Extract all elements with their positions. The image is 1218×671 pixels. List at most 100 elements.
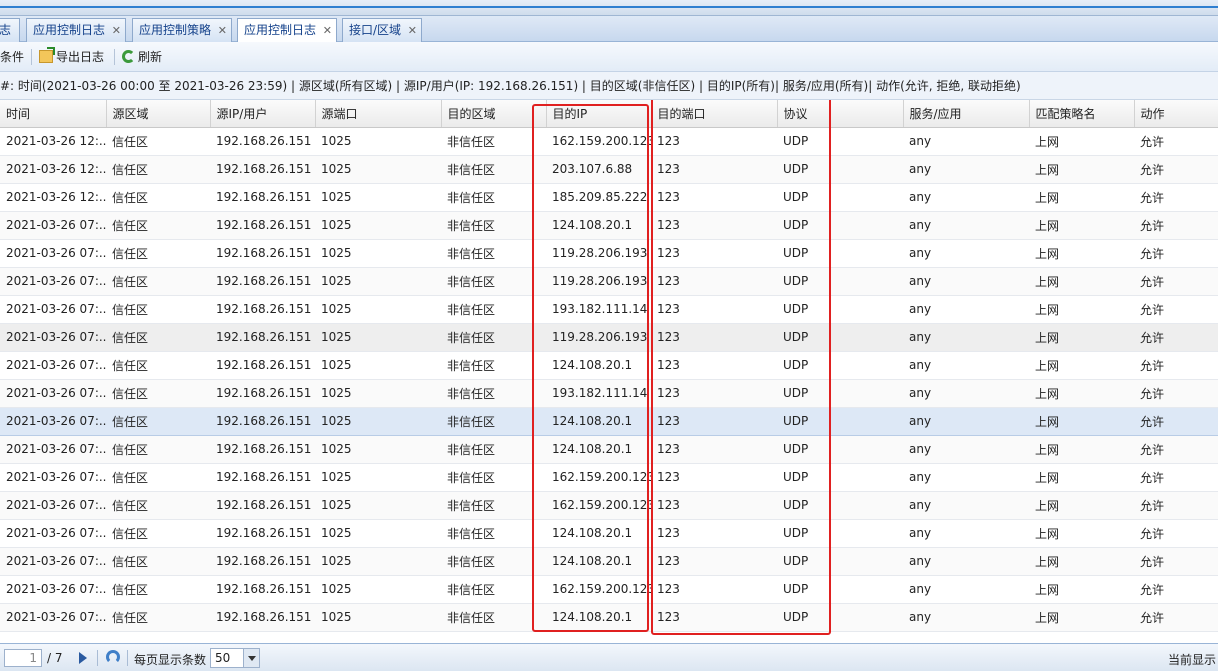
- table-row[interactable]: 2021-03-26 07:... 信任区 192.168.26.151 1025 非信…: [0, 295, 1218, 324]
- table-cell: 上网: [1029, 575, 1134, 604]
- tab-3[interactable]: 应用控制日志 ✕: [237, 18, 337, 43]
- toolbar-separator: [114, 49, 115, 65]
- table-cell: 上网: [1029, 379, 1134, 408]
- table-cell: 2021-03-26 12:...: [0, 127, 106, 156]
- table-row[interactable]: 2021-03-26 07:... 信任区 192.168.26.151 1025 非信…: [0, 575, 1218, 604]
- total-pages: / 7: [47, 651, 63, 665]
- tab-label: 应用控制日志: [33, 23, 106, 37]
- column-header[interactable]: 源区域: [106, 100, 211, 128]
- tab-2[interactable]: 应用控制策略 ✕: [132, 18, 232, 42]
- table-cell: UDP: [777, 267, 903, 296]
- table-cell: UDP: [777, 239, 903, 268]
- column-header[interactable]: 目的IP: [546, 100, 652, 128]
- table-cell: 允许: [1134, 351, 1218, 380]
- table-cell: any: [903, 491, 1029, 520]
- table-cell: any: [903, 379, 1029, 408]
- table-cell: UDP: [777, 463, 903, 492]
- table-cell: 124.108.20.1: [546, 351, 651, 380]
- refresh-button[interactable]: 刷新: [122, 47, 162, 67]
- table-cell: 2021-03-26 07:...: [0, 239, 106, 268]
- table-row[interactable]: 2021-03-26 07:... 信任区 192.168.26.151 1025 非信…: [0, 463, 1218, 492]
- column-header[interactable]: 目的端口: [651, 100, 778, 128]
- table-row[interactable]: 2021-03-26 07:... 信任区 192.168.26.151 1025 非信…: [0, 435, 1218, 464]
- page-number-input[interactable]: 1: [4, 649, 42, 667]
- table-cell: any: [903, 603, 1029, 632]
- table-cell: 允许: [1134, 519, 1218, 548]
- column-header[interactable]: 时间: [0, 100, 107, 128]
- table-cell: 162.159.200.123: [546, 127, 651, 156]
- table-row[interactable]: 2021-03-26 07:... 信任区 192.168.26.151 1025 非信…: [0, 379, 1218, 408]
- table-row[interactable]: 2021-03-26 07:... 信任区 192.168.26.151 1025 非信…: [0, 491, 1218, 520]
- tab-0[interactable]: 志: [0, 18, 20, 42]
- tab-4[interactable]: 接口/区域 ✕: [342, 18, 422, 42]
- next-page-icon[interactable]: [79, 652, 87, 664]
- table-cell: 上网: [1029, 603, 1134, 632]
- pager-refresh-icon[interactable]: [106, 650, 120, 664]
- table-row[interactable]: 2021-03-26 07:... 信任区 192.168.26.151 1025 非信…: [0, 519, 1218, 548]
- refresh-icon: [122, 50, 135, 63]
- table-row[interactable]: 2021-03-26 07:... 信任区 192.168.26.151 1025 非信…: [0, 239, 1218, 268]
- table-cell: 192.168.26.151: [210, 547, 315, 576]
- table-cell: UDP: [777, 127, 903, 156]
- column-header[interactable]: 动作: [1134, 100, 1218, 128]
- chevron-down-icon[interactable]: [243, 649, 259, 667]
- table-row[interactable]: 2021-03-26 07:... 信任区 192.168.26.151 1025 非信…: [0, 406, 1218, 436]
- per-page-select[interactable]: 50: [210, 648, 260, 668]
- table-cell: 162.159.200.123: [546, 575, 651, 604]
- table-row[interactable]: 2021-03-26 07:... 信任区 192.168.26.151 1025 非信…: [0, 211, 1218, 240]
- close-icon[interactable]: ✕: [408, 19, 417, 42]
- table-row[interactable]: 2021-03-26 07:... 信任区 192.168.26.151 1025 非信…: [0, 323, 1218, 352]
- table-row[interactable]: 2021-03-26 07:... 信任区 192.168.26.151 1025 非信…: [0, 547, 1218, 576]
- table-cell: 2021-03-26 07:...: [0, 323, 106, 352]
- export-log-button[interactable]: 导出日志: [39, 47, 104, 67]
- table-cell: 2021-03-26 07:...: [0, 463, 106, 492]
- table-cell: 162.159.200.123: [546, 463, 651, 492]
- table-cell: UDP: [777, 351, 903, 380]
- table-cell: 允许: [1134, 491, 1218, 520]
- close-icon[interactable]: ✕: [112, 19, 121, 42]
- table-cell: 上网: [1029, 435, 1134, 464]
- table-cell: 1025: [315, 351, 441, 380]
- export-label: 导出日志: [56, 50, 105, 64]
- column-header[interactable]: 服务/应用: [903, 100, 1030, 128]
- table-row[interactable]: 2021-03-26 12:... 信任区 192.168.26.151 1025 非信…: [0, 183, 1218, 212]
- table-cell: 2021-03-26 07:...: [0, 491, 106, 520]
- table-cell: 123: [651, 575, 777, 604]
- table-cell: 192.168.26.151: [210, 155, 315, 184]
- tab-1[interactable]: 应用控制日志 ✕: [26, 18, 126, 42]
- column-header[interactable]: 源端口: [315, 100, 442, 128]
- table-cell: UDP: [777, 211, 903, 240]
- conditions-button[interactable]: 条件: [0, 47, 24, 67]
- table-cell: 192.168.26.151: [210, 211, 315, 240]
- table-cell: 192.168.26.151: [210, 519, 315, 548]
- column-header[interactable]: 协议: [777, 100, 904, 128]
- close-icon[interactable]: ✕: [323, 19, 332, 42]
- table-cell: 124.108.20.1: [546, 603, 651, 632]
- table-cell: 123: [651, 127, 777, 156]
- table-cell: 192.168.26.151: [210, 295, 315, 324]
- table-cell: 192.168.26.151: [210, 435, 315, 464]
- table-row[interactable]: 2021-03-26 12:... 信任区 192.168.26.151 1025 非信…: [0, 127, 1218, 156]
- table-cell: 非信任区: [441, 547, 546, 576]
- column-header[interactable]: 目的区域: [441, 100, 547, 128]
- column-header[interactable]: 匹配策略名: [1029, 100, 1135, 128]
- pagination-bar: 1 / 7 每页显示条数 50 当前显示: [0, 643, 1218, 671]
- table-cell: UDP: [777, 491, 903, 520]
- table-cell: 上网: [1029, 155, 1134, 184]
- table-row[interactable]: 2021-03-26 12:... 信任区 192.168.26.151 1025 非信…: [0, 155, 1218, 184]
- table-cell: 上网: [1029, 211, 1134, 240]
- close-icon[interactable]: ✕: [218, 19, 227, 42]
- table-row[interactable]: 2021-03-26 07:... 信任区 192.168.26.151 1025 非信…: [0, 351, 1218, 380]
- table-cell: any: [903, 295, 1029, 324]
- table-cell: 1025: [315, 379, 441, 408]
- column-header[interactable]: 源IP/用户: [210, 100, 316, 128]
- table-cell: 2021-03-26 07:...: [0, 406, 106, 436]
- table-cell: 2021-03-26 07:...: [0, 379, 106, 408]
- table-row[interactable]: 2021-03-26 07:... 信任区 192.168.26.151 1025 非信…: [0, 267, 1218, 296]
- table-cell: 允许: [1134, 547, 1218, 576]
- table-cell: 信任区: [106, 351, 210, 380]
- table-cell: 允许: [1134, 323, 1218, 352]
- table-cell: 上网: [1029, 267, 1134, 296]
- table-cell: 允许: [1134, 575, 1218, 604]
- table-row[interactable]: 2021-03-26 07:... 信任区 192.168.26.151 1025 非信…: [0, 603, 1218, 632]
